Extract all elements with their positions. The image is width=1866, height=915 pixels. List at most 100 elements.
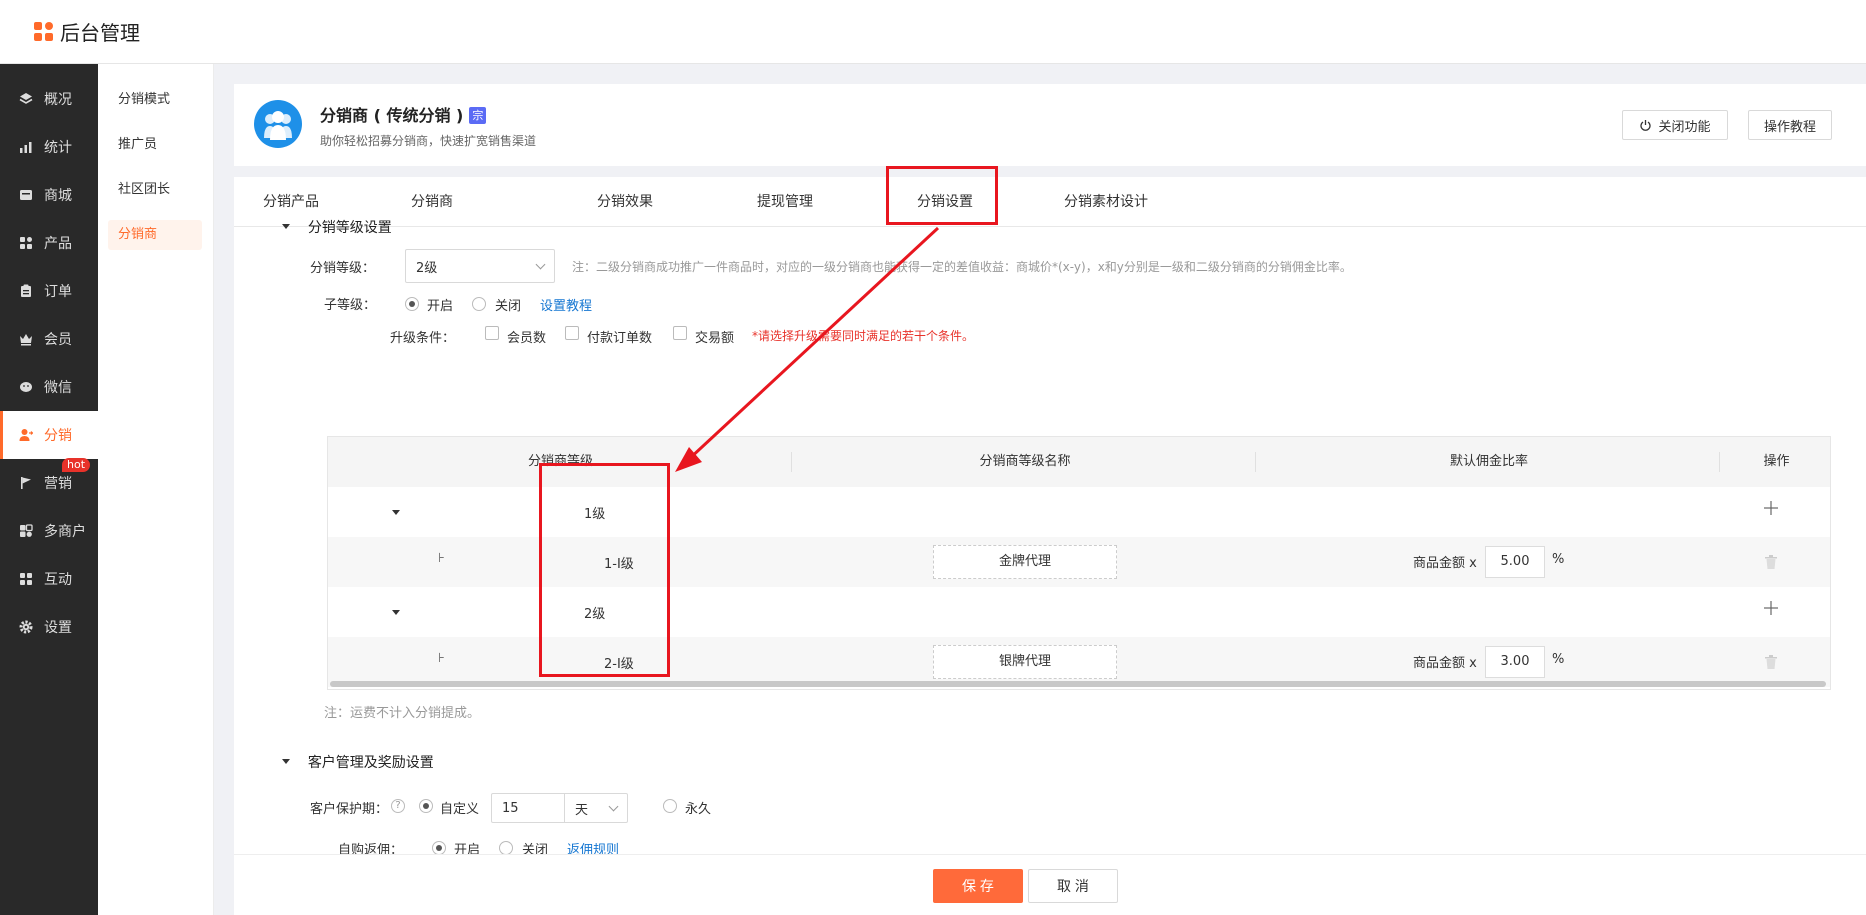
self-buy-off-radio[interactable] [499,841,513,854]
layers-icon [18,91,34,107]
column-header-level-name: 分销商等级名称 [793,437,1257,487]
amount-label: 商品金额 x [1413,556,1477,571]
tutorial-button[interactable]: 操作教程 [1748,110,1832,140]
subnav-item-mode[interactable]: 分销模式 [108,85,202,115]
commission-rate-input[interactable]: 3.00 [1485,646,1545,678]
distributor-avatar-icon [254,100,302,148]
expand-caret-icon[interactable] [392,610,400,615]
trash-icon[interactable] [1764,554,1778,574]
sub-navigation: 分销模式 推广员 社区团长 分销商 [98,64,214,915]
table-row: ⊦ 1-I级 金牌代理 商品金额 x 5.00 % [328,537,1830,587]
customer-section-title[interactable]: 客户管理及奖励设置 [282,752,434,772]
table-horizontal-scrollbar[interactable] [330,681,1826,687]
sidebar-item-wechat[interactable]: 微信 [0,363,98,411]
add-icon[interactable] [1763,600,1779,620]
sidebar-item-stats[interactable]: 统计 [0,123,98,171]
sidebar-item-orders[interactable]: 订单 [0,267,98,315]
protect-unit-select[interactable]: 天 [564,793,628,823]
sidebar-item-settings[interactable]: 设置 [0,603,98,651]
tab-withdrawal[interactable]: 提现管理 [754,177,816,227]
level-section-title[interactable]: 分销等级设置 [282,217,392,237]
shipping-note: 注：运费不计入分销提成。 [324,706,481,721]
level-name-input[interactable]: 银牌代理 [933,645,1117,679]
column-divider [1255,452,1256,472]
sidebar-item-overview[interactable]: 概况 [0,75,98,123]
protect-days-input[interactable]: 15 [491,793,565,823]
sidebar-item-label: 多商户 [44,524,86,540]
sublevel-on-radio[interactable] [405,297,419,311]
commission-rate-input[interactable]: 5.00 [1485,546,1545,578]
sidebar-item-label: 概况 [44,92,72,108]
column-header-commission: 默认佣金比率 [1257,437,1721,487]
sidebar-item-label: 订单 [44,284,72,300]
logo-icon [34,21,54,42]
clipboard-icon [18,283,34,299]
paid-orders-label: 付款订单数 [587,331,653,346]
sidebar-item-products[interactable]: 产品 [0,219,98,267]
sidebar-item-interaction[interactable]: 互动 [0,555,98,603]
sublevel-off-radio[interactable] [472,297,486,311]
trade-amount-checkbox[interactable] [673,326,687,340]
upgrade-label: 升级条件： [390,331,456,346]
feature-tag: 宗 [469,107,487,124]
sidebar-item-multi-merchant[interactable]: 多商户 [0,507,98,555]
tab-distribution-effect[interactable]: 分销效果 [594,177,656,227]
subnav-item-community-leader[interactable]: 社区团长 [108,175,202,205]
cancel-button[interactable]: 取 消 [1028,869,1118,903]
table-row: 2级 [328,587,1830,637]
column-divider [1719,452,1720,472]
protect-custom-label: 自定义 [440,802,480,817]
sidebar-item-label: 设置 [44,620,72,636]
action-footer: 保 存 取 消 [234,854,1866,915]
self-buy-label: 自购返佣： [338,843,404,854]
settings-panel: 分销产品 分销商 分销效果 提现管理 分销设置 分销素材设计 分销等级设置 分销… [234,177,1866,854]
sidebar-item-distribution[interactable]: 分销 [0,411,98,459]
chevron-down-icon [535,259,546,270]
add-icon[interactable] [1763,500,1779,520]
caret-down-icon [282,759,290,764]
expand-caret-icon[interactable] [392,510,400,515]
wechat-icon [18,379,34,395]
commission-rule-link[interactable]: 返佣规则 [567,839,619,854]
sidebar-item-mall[interactable]: 商城 [0,171,98,219]
member-count-checkbox[interactable] [485,326,499,340]
protect-forever-radio[interactable] [663,799,677,813]
protect-custom-radio[interactable] [419,799,433,813]
save-button[interactable]: 保 存 [933,869,1023,903]
sublevel-label: 子等级： [324,298,377,313]
shop-icon [18,523,34,539]
level-name-input[interactable]: 金牌代理 [933,545,1117,579]
tab-material-design[interactable]: 分销素材设计 [1060,177,1152,227]
tab-distribution-settings[interactable]: 分销设置 [914,177,976,227]
grid-icon [18,235,34,251]
subnav-item-promoter[interactable]: 推广员 [108,130,202,160]
self-buy-off-label: 关闭 [522,843,549,854]
setup-tutorial-link[interactable]: 设置教程 [540,295,592,314]
power-icon [1639,119,1652,132]
sidebar-item-label: 商城 [44,188,72,204]
tab-distributors[interactable]: 分销商 [408,177,456,227]
help-icon[interactable]: ? [391,799,405,813]
store-icon [18,187,34,203]
level-select[interactable]: 2级 [405,249,555,283]
subnav-item-distributor[interactable]: 分销商 [108,220,202,250]
sidebar-item-marketing[interactable]: 营销 hot [0,458,98,507]
column-header-level: 分销商等级 [328,437,793,487]
page-title: 分销商 ( 传统分销 ) 宗 [320,102,487,126]
trash-icon[interactable] [1764,654,1778,674]
level-cell: 1级 [584,507,606,522]
close-feature-button[interactable]: 关闭功能 [1622,110,1728,140]
sublevel-off-label: 关闭 [495,299,522,314]
protect-forever-label: 永久 [685,802,712,817]
paid-orders-checkbox[interactable] [565,326,579,340]
amount-label: 商品金额 x [1413,656,1477,671]
level-cell: 2级 [584,607,606,622]
protect-period-label: 客户保护期： [310,802,389,817]
table-row: ⊦ 2-I级 银牌代理 商品金额 x 3.00 % [328,637,1830,687]
logo[interactable]: 后台管理 [34,17,140,46]
upgrade-note: *请选择升级需要同时满足的若干个条件。 [752,329,975,343]
sidebar-item-label: 互动 [44,572,72,588]
self-buy-on-radio[interactable] [432,841,446,854]
sidebar-item-members[interactable]: 会员 [0,315,98,363]
chevron-down-icon [608,801,619,812]
